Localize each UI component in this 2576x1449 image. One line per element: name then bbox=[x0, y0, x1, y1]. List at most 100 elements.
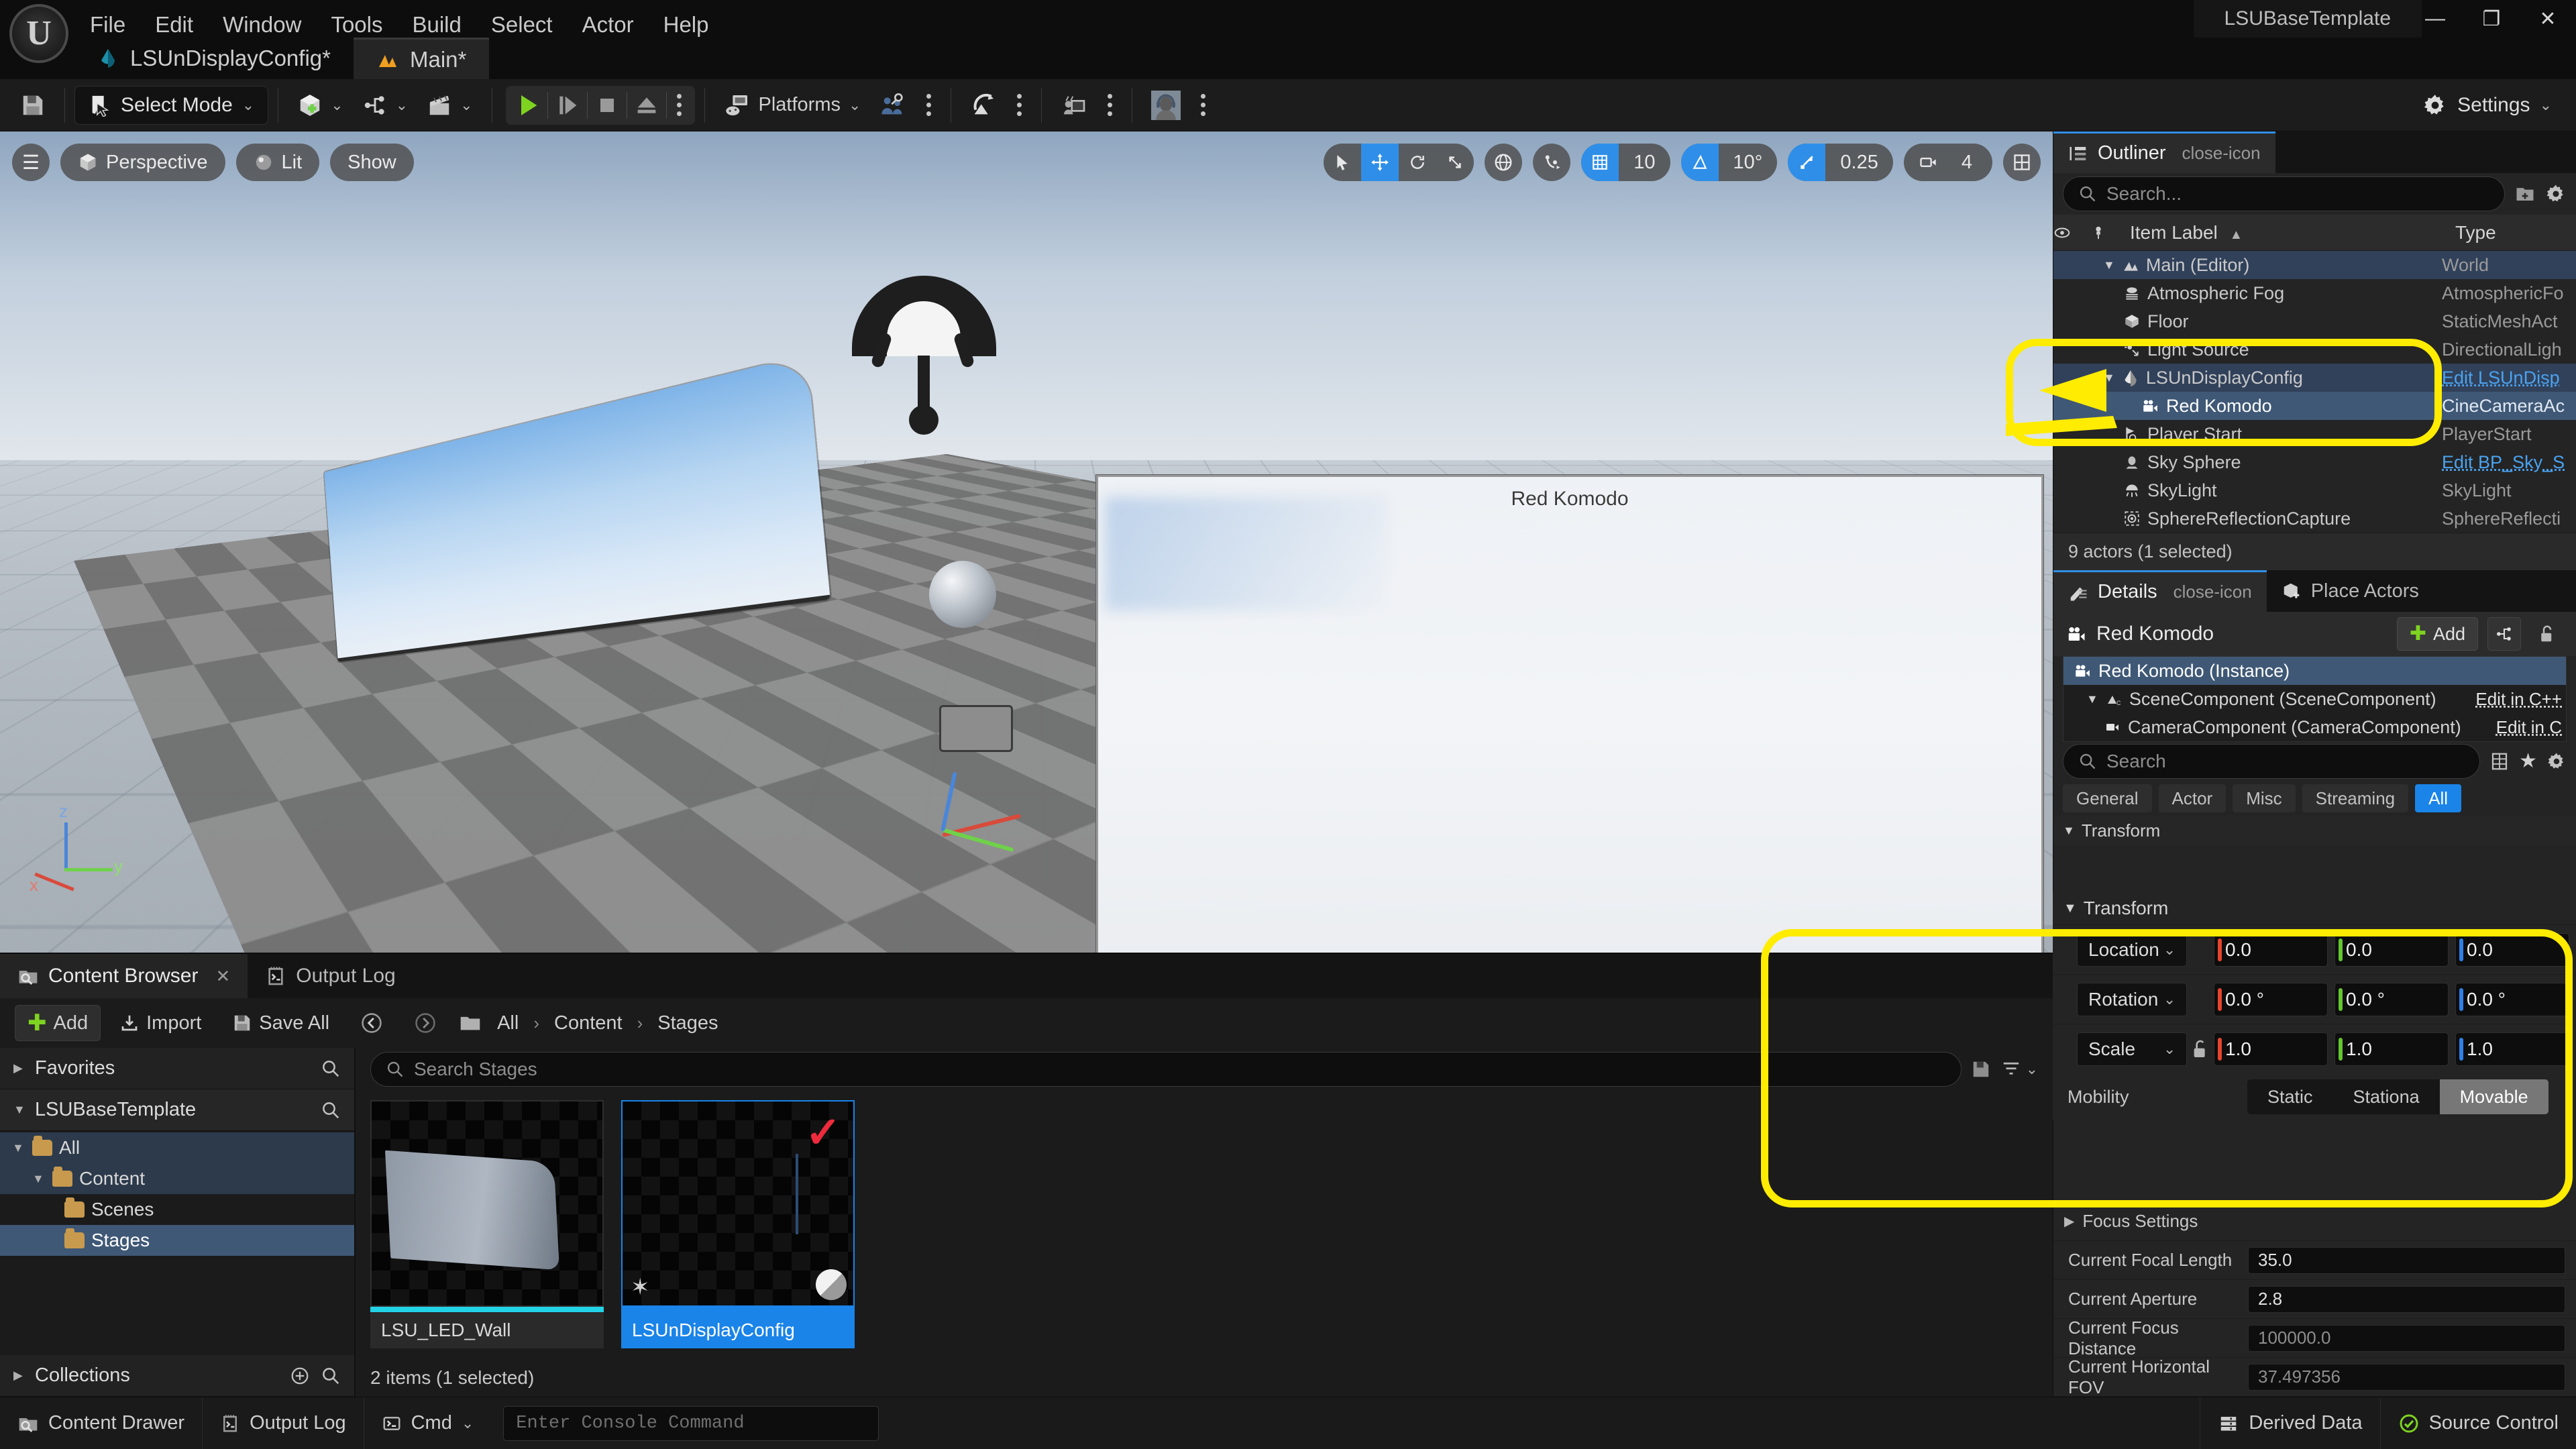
scale-snap-value[interactable]: 0.25 bbox=[1825, 144, 1892, 181]
transform-gizmo[interactable] bbox=[936, 771, 1050, 856]
viewport-menu-icon[interactable]: ☰ bbox=[12, 144, 50, 181]
tab-place-actors[interactable]: Place Actors bbox=[2267, 570, 2434, 612]
grid-snap-toggle[interactable] bbox=[1581, 144, 1619, 181]
search-stages-input[interactable]: Search Stages bbox=[370, 1052, 1962, 1087]
asset-tab-main[interactable]: Main* bbox=[353, 38, 490, 79]
focal-length-input[interactable]: 35.0 bbox=[2248, 1246, 2565, 1274]
filter-misc[interactable]: Misc bbox=[2233, 784, 2296, 812]
mobility-movable-button[interactable]: Movable bbox=[2439, 1079, 2548, 1114]
eject-button[interactable] bbox=[627, 86, 666, 125]
horizontal-fov-input[interactable]: 37.497356 bbox=[2248, 1363, 2565, 1391]
stage-monitor-button[interactable] bbox=[1051, 86, 1097, 125]
menu-select[interactable]: Select bbox=[476, 7, 568, 43]
close-icon[interactable]: ✕ bbox=[215, 966, 230, 987]
details-blueprint-button[interactable] bbox=[2487, 617, 2521, 651]
source-control-button[interactable]: Source Control bbox=[2379, 1397, 2576, 1449]
visibility-column-header[interactable] bbox=[2053, 224, 2091, 241]
tab-content-browser[interactable]: Content Browser ✕ bbox=[0, 954, 248, 998]
outliner-row-type[interactable]: Edit LSUnDisp bbox=[2442, 368, 2576, 388]
project-section[interactable]: ▼ LSUBaseTemplate bbox=[0, 1089, 354, 1131]
stage-monitor-kebab-icon[interactable] bbox=[1097, 86, 1122, 125]
plus-circle-icon[interactable] bbox=[290, 1366, 310, 1386]
cb-import-button[interactable]: Import bbox=[107, 1005, 213, 1041]
camera-speed-value[interactable]: 4 bbox=[1947, 144, 1987, 181]
grid-snap-value[interactable]: 10 bbox=[1619, 144, 1670, 181]
save-search-icon[interactable] bbox=[1971, 1059, 1991, 1079]
edit-in-cpp-link[interactable]: Edit in C++ bbox=[2475, 689, 2566, 710]
cb-back-button[interactable] bbox=[348, 1005, 395, 1041]
gear-icon[interactable] bbox=[2546, 751, 2567, 771]
focus-settings-row[interactable]: ▶ Focus Settings bbox=[2053, 1202, 2576, 1241]
close-icon[interactable]: close-icon bbox=[2174, 582, 2252, 602]
chevron-down-icon[interactable]: ▼ bbox=[2086, 692, 2098, 706]
tree-item-content[interactable]: ▼ Content bbox=[0, 1163, 354, 1194]
details-lock-button[interactable] bbox=[2530, 617, 2564, 651]
tab-outliner[interactable]: Outliner close-icon bbox=[2053, 131, 2275, 173]
favorites-section[interactable]: ▶ Favorites bbox=[0, 1048, 354, 1089]
play-button[interactable] bbox=[508, 86, 547, 125]
content-drawer-button[interactable]: Content Drawer bbox=[0, 1397, 203, 1449]
cb-forward-button[interactable] bbox=[402, 1005, 449, 1041]
edit-in-cpp-link[interactable]: Edit in C bbox=[2496, 717, 2566, 738]
location-z-input[interactable]: 0.0 bbox=[2455, 932, 2569, 967]
scale-lock-toggle[interactable] bbox=[2187, 1038, 2214, 1060]
platforms-dropdown[interactable]: Platforms ⌄ bbox=[714, 86, 871, 125]
tab-details[interactable]: Details close-icon bbox=[2053, 570, 2267, 612]
scale-x-input[interactable]: 1.0 bbox=[2214, 1032, 2328, 1066]
new-folder-icon[interactable] bbox=[2514, 184, 2536, 204]
component-row-root[interactable]: Red Komodo (Instance) bbox=[2063, 657, 2566, 685]
cinematics-dropdown[interactable]: ⌄ bbox=[417, 86, 482, 125]
filter-all[interactable]: All bbox=[2415, 784, 2462, 812]
outliner-row-type[interactable]: Edit BP_Sky_S bbox=[2442, 452, 2576, 473]
select-mode-dropdown[interactable]: Select Mode ⌄ bbox=[74, 85, 269, 125]
filter-icon[interactable]: ⌄ bbox=[2000, 1059, 2038, 1079]
mobility-stationary-button[interactable]: Stationa bbox=[2333, 1079, 2440, 1114]
close-icon[interactable]: close-icon bbox=[2182, 143, 2261, 164]
outliner-row-sky-sphere[interactable]: Sky Sphere Edit BP_Sky_S bbox=[2053, 448, 2576, 476]
filter-streaming[interactable]: Streaming bbox=[2302, 784, 2409, 812]
outliner-row-main[interactable]: ▼ Main (Editor) World bbox=[2053, 251, 2576, 279]
star-icon[interactable]: ★ bbox=[2519, 751, 2537, 771]
outliner-search-input[interactable]: Search... bbox=[2063, 176, 2505, 211]
component-row-camera[interactable]: CameraComponent (CameraComponent) Edit i… bbox=[2063, 713, 2566, 741]
scale-y-input[interactable]: 1.0 bbox=[2334, 1032, 2449, 1066]
asset-tile[interactable]: ✓ ✶ LSUnDisplayConfig bbox=[621, 1100, 855, 1348]
asset-tile[interactable]: LSU_LED_Wall bbox=[370, 1100, 604, 1348]
rotation-z-input[interactable]: 0.0 ° bbox=[2455, 982, 2569, 1016]
item-label-column-header[interactable]: Item Label ▲ bbox=[2123, 222, 2455, 244]
scale-snap-toggle[interactable] bbox=[1788, 144, 1826, 181]
rotation-y-input[interactable]: 0.0 ° bbox=[2334, 982, 2449, 1016]
gear-icon[interactable] bbox=[2545, 183, 2567, 205]
level-viewport[interactable]: z y x ☰ Perspective Lit Show 10 10° 0.25… bbox=[0, 131, 2053, 953]
chevron-down-icon[interactable]: ▼ bbox=[2103, 371, 2115, 385]
asset-tab-ndisplay[interactable]: LSUnDisplayConfig* bbox=[74, 38, 354, 79]
derived-data-button[interactable]: Derived Data bbox=[2200, 1397, 2379, 1449]
maximize-restore-button[interactable]: ❐ bbox=[2463, 0, 2520, 38]
breadcrumb-all[interactable]: All bbox=[492, 1012, 524, 1034]
console-command-input[interactable]: Enter Console Command bbox=[503, 1405, 879, 1441]
scale-dropdown[interactable]: Scale ⌄ bbox=[2077, 1032, 2188, 1066]
location-x-input[interactable]: 0.0 bbox=[2214, 932, 2328, 967]
search-icon[interactable] bbox=[321, 1100, 341, 1120]
component-row-scene[interactable]: ▼ C SceneComponent (SceneComponent) Edit… bbox=[2063, 685, 2566, 713]
details-add-component-button[interactable]: ✚ Add bbox=[2396, 617, 2478, 651]
cine-camera-actor[interactable] bbox=[939, 705, 1013, 752]
transform-section-header[interactable]: ▼ Transform bbox=[2053, 892, 2576, 924]
select-tool-button[interactable] bbox=[1324, 144, 1361, 181]
filter-actor[interactable]: Actor bbox=[2158, 784, 2226, 812]
minimize-button[interactable]: — bbox=[2407, 0, 2463, 38]
angle-snap-toggle[interactable] bbox=[1680, 144, 1719, 181]
menu-actor[interactable]: Actor bbox=[568, 7, 649, 43]
chevron-down-icon[interactable]: ▼ bbox=[2103, 258, 2115, 272]
tree-item-stages[interactable]: Stages bbox=[0, 1225, 354, 1256]
aperture-input[interactable]: 2.8 bbox=[2248, 1285, 2565, 1313]
save-current-level-button[interactable] bbox=[11, 86, 55, 125]
blueprints-dropdown[interactable]: ⌄ bbox=[353, 86, 417, 125]
cmd-dropdown[interactable]: Cmd ⌄ bbox=[364, 1397, 492, 1449]
outliner-row-spherereflectioncapture[interactable]: SphereReflectionCapture SphereReflecti bbox=[2053, 504, 2576, 533]
cb-add-button[interactable]: ✚ Add bbox=[15, 1005, 101, 1041]
headset-kebab-icon[interactable] bbox=[1190, 86, 1216, 125]
mobility-static-button[interactable]: Static bbox=[2247, 1079, 2333, 1114]
collections-section[interactable]: ▶ Collections bbox=[0, 1355, 354, 1397]
viewport-viewmode-dropdown[interactable]: Lit bbox=[235, 144, 320, 181]
